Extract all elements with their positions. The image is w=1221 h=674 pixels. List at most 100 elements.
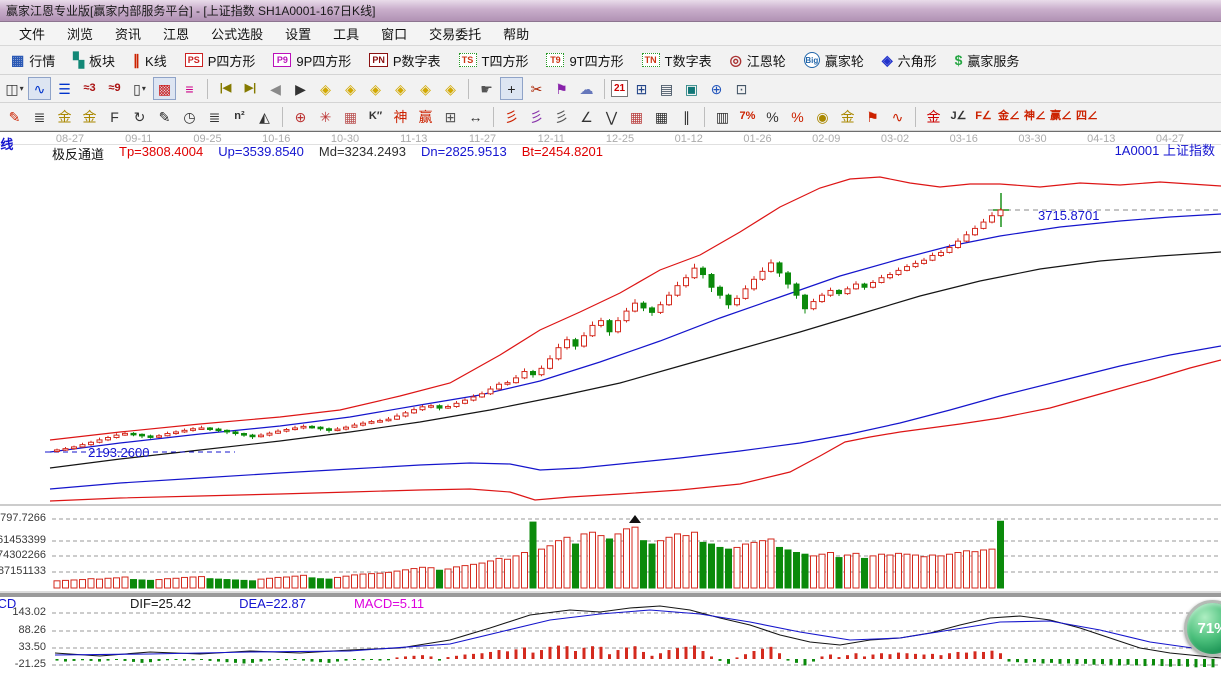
shen-grid-icon[interactable]: 神 <box>389 105 412 128</box>
crosshair-tool-icon[interactable]: + <box>500 77 523 100</box>
profile-chart-icon[interactable]: ≡ <box>178 77 201 100</box>
num-grid-icon[interactable]: ⊞ <box>439 105 462 128</box>
percent-5-icon[interactable]: % <box>786 105 809 128</box>
si-angle-icon[interactable]: 四∠ <box>1075 105 1099 128</box>
f-angle-icon[interactable]: F∠ <box>972 105 995 128</box>
ying-angle-icon[interactable]: 赢∠ <box>1049 105 1073 128</box>
red-pencil-icon[interactable]: ✎ <box>153 105 176 128</box>
grid-arrow-icon[interactable]: ▦ <box>650 105 673 128</box>
diamond-expand-icon[interactable]: ◈ <box>364 77 387 100</box>
menu-item-窗口[interactable]: 窗口 <box>370 22 418 45</box>
zoom-area-tool-icon[interactable]: ∿ <box>28 77 51 100</box>
volume-bar <box>828 553 834 588</box>
grid-target-icon[interactable]: ▦ <box>339 105 362 128</box>
candle-plain-icon[interactable]: ▯▾ <box>128 77 151 100</box>
measure-tool-icon[interactable]: ✂ <box>525 77 548 100</box>
gold-lines-icon[interactable]: 金 <box>836 105 859 128</box>
shen-angle-icon[interactable]: 神∠ <box>1023 105 1047 128</box>
macd-hist-bar <box>396 657 399 659</box>
info-f10-icon[interactable]: ☰ <box>53 77 76 100</box>
menu-item-帮助[interactable]: 帮助 <box>492 22 540 45</box>
menu-item-资讯[interactable]: 资讯 <box>104 22 152 45</box>
volume-bar <box>182 577 188 588</box>
candle-style-icon[interactable]: ◫▾ <box>3 77 26 100</box>
hand-tool-icon[interactable]: ☛ <box>475 77 498 100</box>
toolbar-button-gann-wheel[interactable]: ◎江恩轮 <box>721 48 795 72</box>
toolbar-button-kline[interactable]: ∥K线 <box>124 48 176 72</box>
time-circle-icon[interactable]: ◷ <box>178 105 201 128</box>
ruler-icon[interactable]: ≣ <box>28 105 51 128</box>
v-wave-icon[interactable]: ⋁ <box>600 105 623 128</box>
gold-angle-2-icon[interactable]: 金∠ <box>997 105 1021 128</box>
diamond-fit-icon[interactable]: ◈ <box>439 77 462 100</box>
toolbar-button-p-square[interactable]: PSP四方形 <box>176 48 265 72</box>
trend-angle-icon[interactable]: ∠ <box>575 105 598 128</box>
wave-9-icon[interactable]: ≈9 <box>103 77 126 100</box>
toolbar-button-t-square[interactable]: TST四方形 <box>450 48 538 72</box>
diamond-right-icon[interactable]: ◈ <box>339 77 362 100</box>
toolbar-button-t-number-table[interactable]: TNT数字表 <box>633 48 721 72</box>
gold-ruler-b-icon[interactable]: 金 <box>78 105 101 128</box>
gold-angle-icon[interactable]: 金 <box>922 105 945 128</box>
paint-tool-icon[interactable]: ✎ <box>3 105 26 128</box>
grid-red-icon[interactable]: ▦ <box>625 105 648 128</box>
ying-grid-icon[interactable]: 赢 <box>414 105 437 128</box>
spiral-tool-icon[interactable]: ↻ <box>128 105 151 128</box>
memo-icon[interactable]: ▤ <box>655 77 678 100</box>
menu-item-江恩[interactable]: 江恩 <box>152 22 200 45</box>
price-list-icon[interactable]: ▥ <box>711 105 734 128</box>
diamond-compress-icon[interactable]: ◈ <box>389 77 412 100</box>
toolbar-button-9t-square[interactable]: T99T四方形 <box>537 48 632 72</box>
star-grid-icon[interactable]: ✳ <box>314 105 337 128</box>
gold-ruler-a-icon[interactable]: 金 <box>53 105 76 128</box>
menu-item-浏览[interactable]: 浏览 <box>56 22 104 45</box>
toolbar-button-winner-service[interactable]: $赢家服务 <box>946 48 1029 72</box>
calculator-icon[interactable]: ⊞ <box>630 77 653 100</box>
j-angle-icon[interactable]: J∠ <box>947 105 970 128</box>
toolbar-button-9p-square[interactable]: P99P四方形 <box>264 48 360 72</box>
toolbar-button-sectors[interactable]: ▚板块 <box>64 48 124 72</box>
toolbar-button-quotes[interactable]: ▦行情 <box>2 48 64 72</box>
menu-item-公式选股[interactable]: 公式选股 <box>200 22 274 45</box>
candle-body <box>378 421 383 423</box>
toolbar-button-p-number-table[interactable]: PNP数字表 <box>360 48 449 72</box>
fan-box-purple-icon[interactable]: 彡 <box>525 105 548 128</box>
flag-pencil-icon[interactable]: ⚑ <box>861 105 884 128</box>
calendar-icon[interactable]: 21 <box>611 80 628 97</box>
menu-item-交易委托[interactable]: 交易委托 <box>418 22 492 45</box>
menu-item-文件[interactable]: 文件 <box>8 22 56 45</box>
prev-bar-icon[interactable]: ◀ <box>264 77 287 100</box>
gann-stamp-icon[interactable]: ⚑ <box>550 77 573 100</box>
a-wave-icon[interactable]: ∿ <box>886 105 909 128</box>
next-bar-icon[interactable]: ▶ <box>289 77 312 100</box>
last-bar-icon[interactable]: ▶| <box>239 77 262 100</box>
menu-item-工具[interactable]: 工具 <box>322 22 370 45</box>
ruler-2-icon[interactable]: ≣ <box>203 105 226 128</box>
save-icon[interactable]: ▣ <box>680 77 703 100</box>
wave-3-icon[interactable]: ≈3 <box>78 77 101 100</box>
diamond-all-icon[interactable]: ◈ <box>414 77 437 100</box>
gold-circle-icon[interactable]: ◉ <box>811 105 834 128</box>
toolbar-button-hexagon[interactable]: ◈六角形 <box>873 48 946 72</box>
toolbar-button-winner-wheel[interactable]: Big赢家轮 <box>795 48 873 72</box>
remote-pc-icon[interactable]: ⊡ <box>730 77 753 100</box>
first-bar-icon[interactable]: |◀ <box>214 77 237 100</box>
fan-red-icon[interactable]: 彡 <box>500 105 523 128</box>
percent-7-icon[interactable]: 7% <box>736 105 759 128</box>
k-quote-icon[interactable]: K″ <box>364 105 387 128</box>
gann-wheel-icon: ◎ <box>730 53 742 67</box>
circle-target-icon[interactable]: ⊕ <box>289 105 312 128</box>
f-ruler-icon[interactable]: F <box>103 105 126 128</box>
n-square-icon[interactable]: n² <box>228 105 251 128</box>
pattern-tool-icon[interactable]: ▩ <box>153 77 176 100</box>
fan-box-dark-icon[interactable]: 彡 <box>550 105 573 128</box>
chart-region[interactable]: 08-2709-1109-2510-1610-3011-1311-2712-11… <box>0 131 1221 673</box>
menu-item-设置[interactable]: 设置 <box>274 22 322 45</box>
span-arrows-icon[interactable]: ↔ <box>464 105 487 128</box>
percent-icon[interactable]: % <box>761 105 784 128</box>
diamond-left-icon[interactable]: ◈ <box>314 77 337 100</box>
send-web-icon[interactable]: ⊕ <box>705 77 728 100</box>
angle-mirror-icon[interactable]: ◭ <box>253 105 276 128</box>
wave-brain-icon[interactable]: ☁ <box>575 77 598 100</box>
parallel-lines-icon[interactable]: ∥ <box>675 105 698 128</box>
